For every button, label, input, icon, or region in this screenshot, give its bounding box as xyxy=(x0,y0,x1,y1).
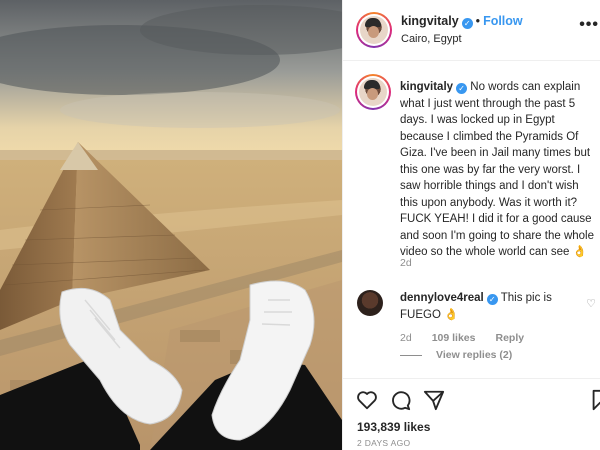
more-icon[interactable]: ••• xyxy=(579,16,599,34)
comment-username[interactable]: dennylove4real xyxy=(400,292,484,304)
caption-text: No words can explain what I just went th… xyxy=(400,81,594,258)
follow-button[interactable]: Follow xyxy=(483,14,523,28)
comment-like-icon[interactable]: ♡ xyxy=(586,297,596,310)
likes-count[interactable]: 193,839 likes xyxy=(357,420,430,434)
location-link[interactable]: Cairo, Egypt xyxy=(401,33,462,45)
comment-time[interactable]: 2d xyxy=(400,332,412,344)
caption-time[interactable]: 2d xyxy=(400,257,412,269)
header-user-row: kingvitaly ✓ • Follow xyxy=(401,14,523,29)
verified-icon: ✓ xyxy=(456,83,468,94)
caption-avatar[interactable] xyxy=(355,74,391,110)
post-photo[interactable] xyxy=(0,0,342,450)
share-icon[interactable] xyxy=(423,389,445,411)
post-details-panel: kingvitaly ✓ • Follow Cairo, Egypt ••• king… xyxy=(342,0,600,450)
heart-icon[interactable] xyxy=(356,389,378,411)
bookmark-icon[interactable] xyxy=(589,389,600,411)
commenter-avatar[interactable] xyxy=(357,290,383,316)
pyramid-photo xyxy=(0,0,342,450)
profile-avatar[interactable] xyxy=(356,12,392,48)
reply-button[interactable]: Reply xyxy=(495,332,524,344)
header-username[interactable]: kingvitaly xyxy=(401,14,459,28)
post-header: kingvitaly ✓ • Follow Cairo, Egypt ••• xyxy=(343,0,600,61)
comment: dennylove4real ✓ This pic is FUEGO 👌 xyxy=(400,290,585,323)
post-date: 2 DAYS AGO xyxy=(357,438,411,448)
comment-likes[interactable]: 109 likes xyxy=(432,332,476,344)
action-bar: 193,839 likes 2 DAYS AGO xyxy=(343,378,600,450)
verified-icon: ✓ xyxy=(486,294,498,305)
view-replies-button[interactable]: View replies (2) xyxy=(400,349,512,361)
view-replies-label: View replies (2) xyxy=(436,349,513,361)
verified-icon: ✓ xyxy=(461,18,473,29)
caption-username[interactable]: kingvitaly xyxy=(400,81,453,93)
separator-dot: • xyxy=(475,14,481,28)
comment-meta: 2d 109 likes Reply xyxy=(400,332,544,344)
replies-divider xyxy=(400,354,422,356)
caption-text-block: kingvitaly ✓ No words can explain what I … xyxy=(400,79,599,261)
comment-icon[interactable] xyxy=(389,389,411,411)
